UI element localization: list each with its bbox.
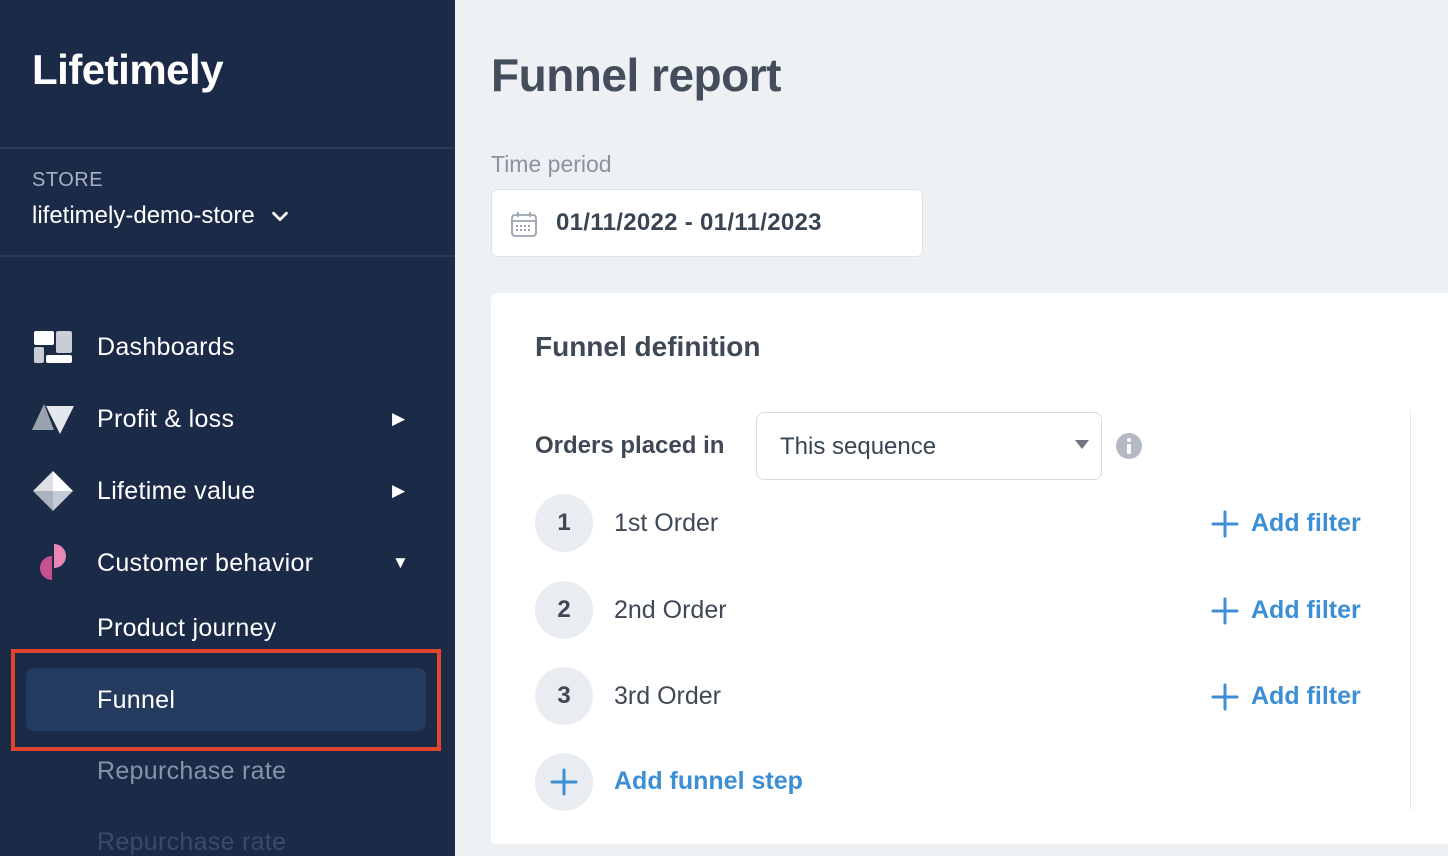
expand-arrow-icon: ▶ — [392, 409, 406, 428]
diamond-icon — [33, 471, 73, 511]
card-title: Funnel definition — [535, 331, 761, 362]
add-funnel-step-link[interactable]: Add funnel step — [614, 767, 803, 796]
chevron-down-icon — [271, 211, 288, 222]
customer-behavior-icon — [40, 544, 66, 580]
divider — [0, 255, 455, 257]
nav-item-customer-behavior[interactable]: Customer behavior ▼ — [0, 533, 455, 593]
time-period-label: Time period — [491, 151, 612, 177]
info-icon[interactable] — [1115, 432, 1143, 460]
add-filter-label: Add filter — [1251, 682, 1361, 710]
step-number-badge: 2 — [535, 581, 593, 639]
sequence-select[interactable]: This sequence — [756, 412, 1102, 480]
divider — [1410, 410, 1411, 810]
sub-item-label: Product journey — [97, 614, 277, 642]
plus-icon — [1211, 510, 1239, 537]
calendar-icon — [511, 212, 537, 237]
orders-placed-label: Orders placed in — [535, 432, 725, 459]
nav-label: Customer behavior — [97, 548, 314, 577]
sub-item-label: Repurchase rate — [97, 828, 287, 856]
caret-down-icon — [1075, 440, 1089, 449]
sub-item-repurchase-rate-faded[interactable]: Repurchase rate — [0, 814, 455, 856]
step-label: 2nd Order — [614, 596, 727, 624]
divider — [0, 147, 455, 149]
step-label: 3rd Order — [614, 682, 721, 710]
plus-icon — [1211, 683, 1239, 710]
collapse-arrow-icon: ▼ — [392, 553, 409, 572]
plus-icon — [550, 768, 578, 796]
main-content: Funnel report Time period 01/11/2022 - 0… — [455, 0, 1448, 856]
add-filter-label: Add filter — [1251, 596, 1361, 624]
funnel-definition-card: Funnel definition Orders placed in This … — [491, 293, 1448, 844]
step-label: 1st Order — [614, 509, 719, 537]
date-range-picker[interactable]: 01/11/2022 - 01/11/2023 — [491, 189, 923, 257]
step-number-badge: 3 — [535, 667, 593, 725]
dashboard-icon — [34, 331, 72, 363]
add-filter-button[interactable]: Add filter — [1211, 509, 1361, 538]
nav-label: Profit & loss — [97, 404, 235, 433]
store-selector[interactable]: lifetimely-demo-store — [32, 202, 291, 230]
add-filter-button[interactable]: Add filter — [1211, 596, 1361, 625]
profit-loss-icon — [32, 404, 74, 434]
app-logo[interactable]: Lifetimely — [32, 46, 224, 94]
sub-item-product-journey[interactable]: Product journey — [0, 600, 455, 656]
add-funnel-step-button[interactable] — [535, 753, 593, 811]
highlight-annotation — [11, 649, 441, 751]
nav-label: Lifetime value — [97, 476, 256, 505]
add-filter-label: Add filter — [1251, 509, 1361, 537]
step-number-badge: 1 — [535, 494, 593, 552]
sidebar: Lifetimely STORE lifetimely-demo-store D… — [0, 0, 455, 856]
sequence-value: This sequence — [780, 433, 937, 460]
nav-item-dashboards[interactable]: Dashboards — [0, 317, 455, 377]
add-filter-button[interactable]: Add filter — [1211, 682, 1361, 711]
sub-item-repurchase-rate[interactable]: Repurchase rate — [0, 743, 455, 799]
store-label: STORE — [32, 169, 104, 191]
page-title: Funnel report — [491, 49, 781, 101]
nav-item-profit-loss[interactable]: Profit & loss ▶ — [0, 389, 455, 449]
date-range-value: 01/11/2022 - 01/11/2023 — [556, 209, 822, 236]
plus-icon — [1211, 597, 1239, 624]
sub-item-label: Repurchase rate — [97, 757, 287, 785]
expand-arrow-icon: ▶ — [392, 481, 406, 500]
nav-label: Dashboards — [97, 332, 235, 361]
nav-item-lifetime-value[interactable]: Lifetime value ▶ — [0, 461, 455, 521]
store-name: lifetimely-demo-store — [32, 202, 255, 229]
